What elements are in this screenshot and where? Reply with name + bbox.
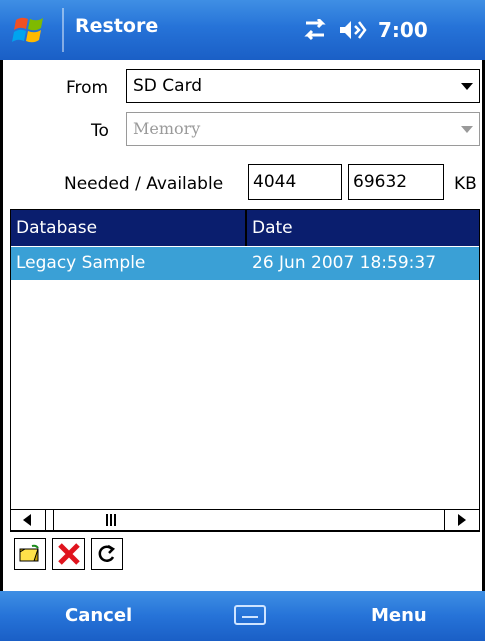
from-value: SD Card: [133, 76, 203, 96]
to-value: Memory: [133, 119, 201, 138]
delete-icon: [57, 543, 80, 565]
chevron-down-icon: [461, 83, 473, 90]
list-row-selected[interactable]: Legacy Sample 26 Jun 2007 18:59:37: [11, 247, 479, 280]
available-value: 69632: [353, 172, 408, 192]
horizontal-scrollbar[interactable]: [10, 509, 480, 531]
refresh-button[interactable]: [91, 538, 123, 570]
to-label: To: [91, 121, 109, 141]
from-label: From: [66, 78, 109, 98]
column-header-database[interactable]: Database: [11, 210, 247, 246]
menu-softkey[interactable]: Menu: [371, 605, 427, 626]
speaker-icon[interactable]: [338, 18, 368, 42]
open-folder-icon: [19, 544, 39, 562]
needed-field[interactable]: 4044: [248, 164, 342, 200]
arrow-left-icon: [23, 514, 31, 526]
available-field[interactable]: 69632: [348, 164, 444, 200]
cell-date: 26 Jun 2007 18:59:37: [252, 253, 437, 273]
scroll-left-button[interactable]: [11, 510, 46, 530]
to-dropdown[interactable]: Memory: [126, 112, 480, 146]
keyboard-keys: [242, 616, 258, 618]
title-bar: Restore 7:00: [0, 0, 485, 60]
needed-value: 4044: [253, 172, 297, 192]
column-header-date[interactable]: Date: [247, 210, 479, 246]
needed-available-label: Needed / Available: [64, 174, 224, 194]
list-header: Database Date: [11, 210, 479, 246]
grip-icon: [106, 514, 118, 526]
connectivity-icon[interactable]: [300, 19, 330, 41]
cell-database: Legacy Sample: [16, 253, 146, 273]
title-separator: [62, 8, 64, 52]
arrow-right-icon: [458, 514, 466, 526]
cancel-softkey[interactable]: Cancel: [65, 605, 132, 626]
menu-bar: Cancel Menu: [0, 591, 485, 641]
chevron-down-icon: [461, 126, 473, 133]
delete-button[interactable]: [52, 538, 85, 570]
status-icons[interactable]: 7:00: [300, 12, 428, 48]
refresh-icon: [98, 544, 116, 562]
scroll-thumb[interactable]: [53, 510, 171, 530]
from-dropdown[interactable]: SD Card: [126, 69, 480, 103]
open-button[interactable]: [14, 538, 46, 570]
clock[interactable]: 7:00: [378, 18, 428, 42]
scroll-track[interactable]: [169, 510, 445, 530]
database-list[interactable]: Database Date Legacy Sample 26 Jun 2007 …: [10, 209, 480, 532]
unit-label: KB: [454, 174, 477, 194]
window-title: Restore: [75, 15, 159, 37]
scroll-right-button[interactable]: [444, 510, 479, 530]
windows-start-icon: [12, 17, 43, 43]
keyboard-icon[interactable]: [234, 605, 266, 625]
left-frame-border: [0, 60, 3, 591]
start-button[interactable]: [0, 0, 60, 60]
